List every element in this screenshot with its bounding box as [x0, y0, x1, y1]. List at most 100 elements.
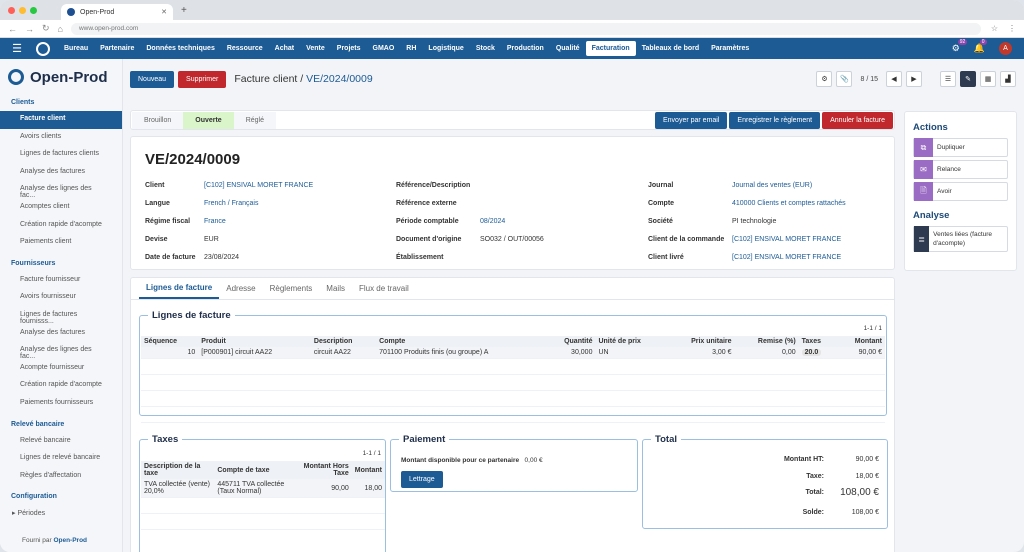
column-header-montant[interactable]: Montant — [351, 461, 385, 479]
reminder-action[interactable]: ✉ Relance — [913, 160, 1008, 179]
nav-item-tableaux-de-bord[interactable]: Tableaux de bord — [636, 41, 705, 56]
sidebar-item-acomptes-client[interactable]: Acomptes client — [0, 199, 122, 217]
sidebar-group-clients[interactable]: Clients — [0, 95, 122, 111]
column-header-taxes[interactable]: Taxes — [798, 336, 837, 347]
calendar-view-icon[interactable]: ▦ — [980, 71, 996, 87]
cancel-invoice-button[interactable]: Annuler la facture — [822, 112, 893, 129]
sidebar-item-periodes[interactable]: ▸ Périodes — [0, 505, 122, 523]
browser-tab[interactable]: Open-Prod ✕ — [61, 4, 173, 20]
send-email-button[interactable]: Envoyer par email — [655, 112, 728, 129]
graph-view-icon[interactable]: ▟ — [1000, 71, 1016, 87]
field-value-regime-fiscal[interactable]: France — [204, 218, 226, 225]
field-value-client[interactable]: [C102] ENSIVAL MORET FRANCE — [204, 182, 313, 189]
sidebar-item-avoirs-clients[interactable]: Avoirs clients — [0, 129, 122, 147]
nav-item-production[interactable]: Production — [501, 41, 550, 56]
column-header-description[interactable]: Description — [310, 336, 377, 347]
forward-icon[interactable]: → — [25, 24, 34, 34]
sidebar-item-acompte-fournisseur[interactable]: Acompte fournisseur — [0, 360, 122, 378]
home-icon[interactable]: ⌂ — [58, 24, 63, 34]
column-header-compte-de-taxe[interactable]: Compte de taxe — [214, 461, 298, 479]
sidebar-item-paiements-fournisseurs[interactable]: Paiements fournisseurs — [0, 395, 122, 413]
sidebar-item-analyse-des-factures[interactable]: Analyse des factures — [0, 325, 122, 343]
column-header-remise[interactable]: Remise (%) — [734, 336, 799, 347]
delete-button[interactable]: Supprimer — [178, 70, 227, 88]
close-tab-icon[interactable]: ✕ — [161, 8, 167, 16]
attachment-icon[interactable]: 📎 — [836, 71, 853, 87]
sidebar-item-releve-bancaire[interactable]: Relevé bancaire — [0, 433, 122, 451]
close-window-icon[interactable] — [8, 6, 15, 14]
nav-item-bureau[interactable]: Bureau — [58, 41, 94, 56]
nav-item-vente[interactable]: Vente — [300, 41, 331, 56]
minimize-window-icon[interactable] — [19, 6, 26, 14]
sidebar-item-facture-client[interactable]: Facture client — [0, 111, 122, 129]
sidebar-item-lignes-de-factures-clients[interactable]: Lignes de factures clients — [0, 146, 122, 164]
back-icon[interactable]: ← — [8, 24, 17, 34]
column-header-sequence[interactable]: Séquence — [141, 336, 199, 347]
gear-icon[interactable]: ⚙ — [816, 71, 833, 87]
nav-item-stock[interactable]: Stock — [470, 41, 501, 56]
duplicate-action[interactable]: ⧉ Dupliquer — [913, 138, 1008, 157]
column-header-prix-unitaire[interactable]: Prix unitaire — [666, 336, 735, 347]
notification-icon[interactable]: 🔔 0 — [974, 39, 987, 54]
app-logo-icon[interactable] — [36, 41, 50, 56]
nav-item-rh[interactable]: RH — [400, 41, 422, 56]
breadcrumb-parent[interactable]: Facture client — [234, 73, 297, 85]
reload-icon[interactable]: ↻ — [42, 23, 50, 34]
nav-item-partenaire[interactable]: Partenaire — [94, 41, 140, 56]
tab-reglements[interactable]: Règlements — [263, 278, 320, 299]
column-header-description-de-la-taxe[interactable]: Description de la taxe — [141, 461, 215, 479]
brand[interactable]: Open-Prod — [0, 59, 122, 95]
field-value-compte[interactable]: 410000 Clients et comptes rattachés — [732, 200, 846, 207]
sidebar-item-paiements-client[interactable]: Paiements client — [0, 234, 122, 252]
sidebar-item-creation-rapide-d-acompte[interactable]: Création rapide d'acompte — [0, 377, 122, 395]
column-header-unite-de-prix[interactable]: Unité de prix — [595, 336, 667, 347]
sidebar-item-analyse-des-lignes-des-fac[interactable]: Analyse des lignes des fac... — [0, 181, 122, 199]
nav-item-ressource[interactable]: Ressource — [221, 41, 269, 56]
sidebar-item-lignes-de-releve-bancaire[interactable]: Lignes de relevé bancaire — [0, 450, 122, 468]
sidebar-item-regles-d-affectation[interactable]: Règles d'affectation — [0, 468, 122, 486]
tab-adresse[interactable]: Adresse — [219, 278, 262, 299]
column-header-quantite[interactable]: Quantité — [545, 336, 596, 347]
maximize-window-icon[interactable] — [30, 6, 37, 14]
status-step-regle[interactable]: Réglé — [233, 112, 277, 129]
nav-item-parametres[interactable]: Paramètres — [705, 41, 755, 56]
nav-item-logistique[interactable]: Logistique — [422, 41, 469, 56]
sidebar-item-avoirs-fournisseur[interactable]: Avoirs fournisseur — [0, 289, 122, 307]
nav-item-achat[interactable]: Achat — [269, 41, 300, 56]
tab-mails[interactable]: Mails — [319, 278, 352, 299]
sidebar-item-creation-rapide-d-acompte[interactable]: Création rapide d'acompte — [0, 217, 122, 235]
form-view-icon[interactable]: ✎ — [960, 71, 976, 87]
sidebar-group-config[interactable]: Configuration — [0, 489, 122, 505]
star-icon[interactable]: ☆ — [991, 24, 998, 33]
sidebar-item-analyse-des-lignes-des-fac[interactable]: Analyse des lignes des fac... — [0, 342, 122, 360]
sidebar-item-lignes-de-factures-fournisss[interactable]: Lignes de factures fournisss... — [0, 307, 122, 325]
sidebar-group-releve[interactable]: Relevé bancaire — [0, 417, 122, 433]
sidebar-item-analyse-des-factures[interactable]: Analyse des factures — [0, 164, 122, 182]
browser-menu-icon[interactable]: ⋮ — [1008, 24, 1016, 33]
column-header-produit[interactable]: Produit — [198, 336, 311, 347]
nav-item-donnees-techniques[interactable]: Données techniques — [140, 41, 220, 56]
field-value-journal[interactable]: Journal des ventes (EUR) — [732, 182, 812, 189]
nav-item-projets[interactable]: Projets — [331, 41, 367, 56]
field-value-langue[interactable]: French / Français — [204, 200, 258, 207]
settings-icon[interactable]: ⚙ 92 — [952, 39, 968, 54]
hamburger-icon[interactable]: ☰ — [6, 42, 28, 55]
field-value-client-livre[interactable]: [C102] ENSIVAL MORET FRANCE — [732, 254, 841, 261]
sidebar-group-fournisseurs[interactable]: Fournisseurs — [0, 256, 122, 272]
next-record-icon[interactable]: ▶ — [906, 71, 922, 87]
register-payment-button[interactable]: Enregistrer le règlement — [729, 112, 821, 129]
status-step-ouverte[interactable]: Ouverte — [183, 112, 234, 129]
field-value-client-de-la-commande[interactable]: [C102] ENSIVAL MORET FRANCE — [732, 236, 841, 243]
tab-flux-de-travail[interactable]: Flux de travail — [352, 278, 416, 299]
field-value-periode-comptable[interactable]: 08/2024 — [480, 218, 505, 225]
column-header-compte[interactable]: Compte — [376, 336, 546, 347]
url-field[interactable]: www.open-prod.com — [70, 22, 981, 35]
lettrage-button[interactable]: Lettrage — [401, 471, 443, 488]
footer-brand[interactable]: Open-Prod — [53, 537, 87, 544]
list-view-icon[interactable]: ☰ — [940, 71, 956, 87]
credit-note-action[interactable]: 🗎 Avoir — [913, 182, 1008, 201]
table-row[interactable]: 10 [P000901] circuit AA22 circuit AA22 7011… — [141, 347, 885, 359]
new-tab-icon[interactable]: + — [181, 5, 187, 16]
column-header-montant[interactable]: Montant — [836, 336, 885, 347]
user-avatar[interactable]: A — [999, 42, 1012, 55]
